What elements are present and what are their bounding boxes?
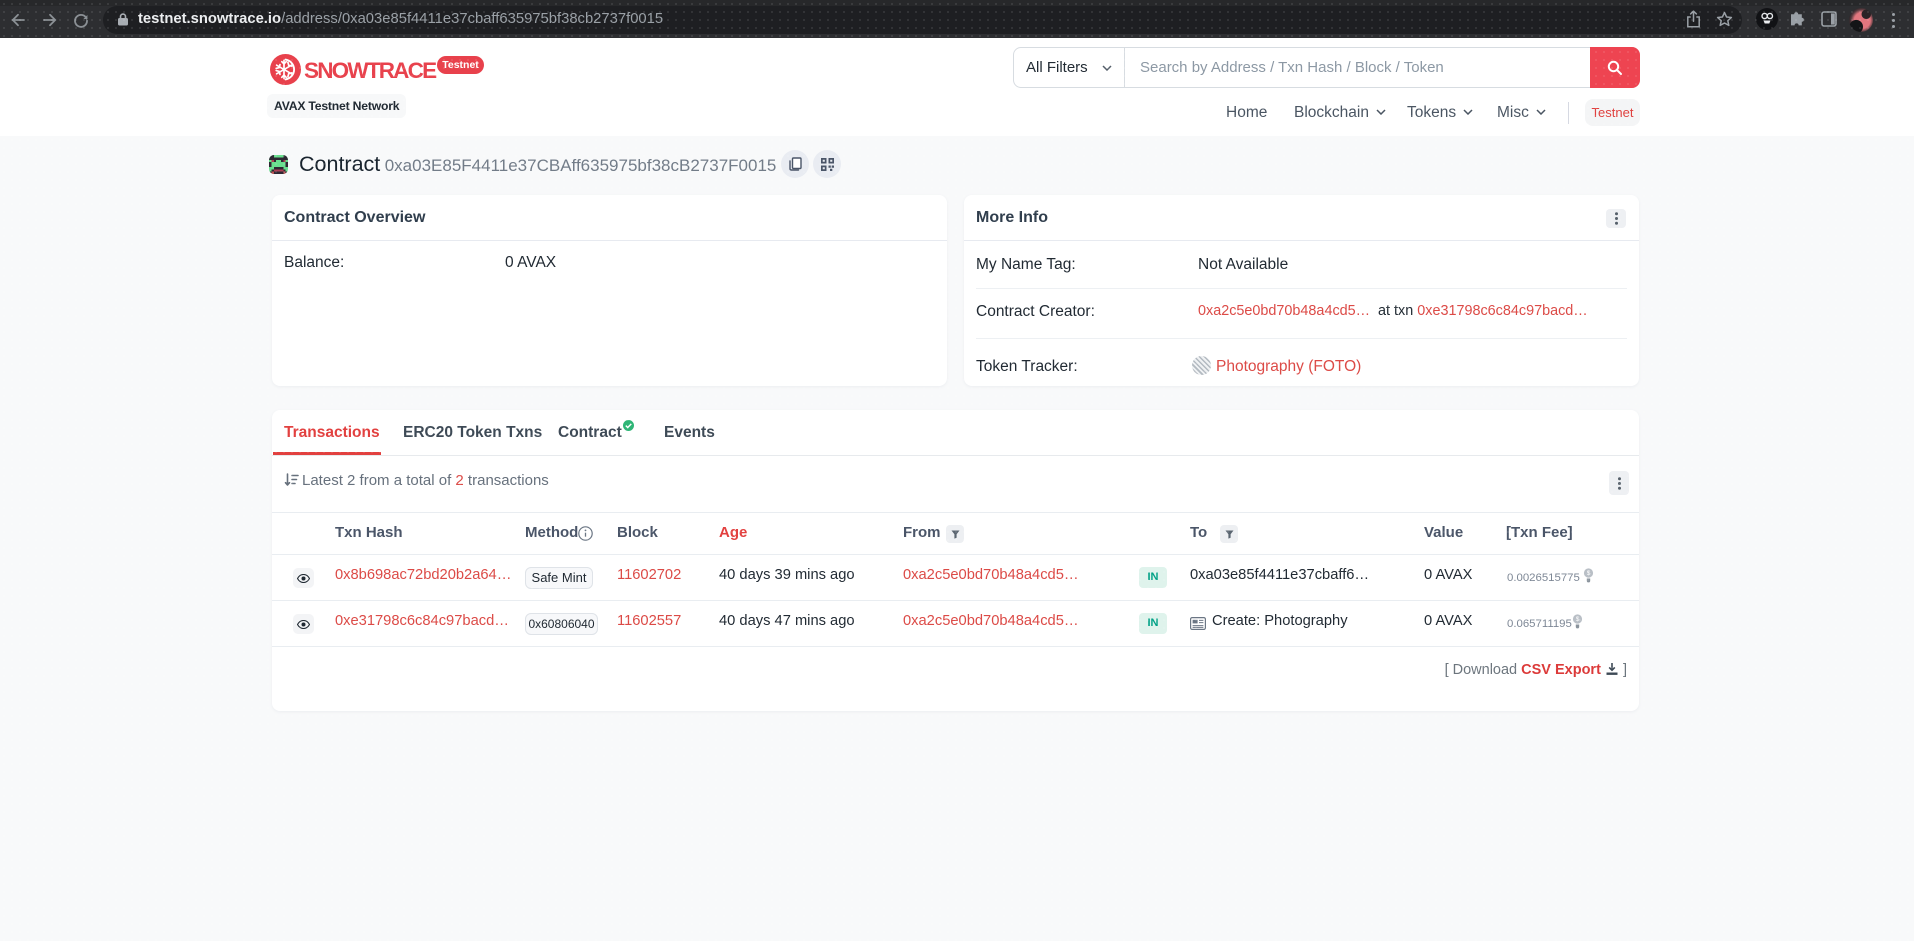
svg-text:$: $ [1576,616,1580,623]
svg-text:$: $ [1587,570,1591,577]
